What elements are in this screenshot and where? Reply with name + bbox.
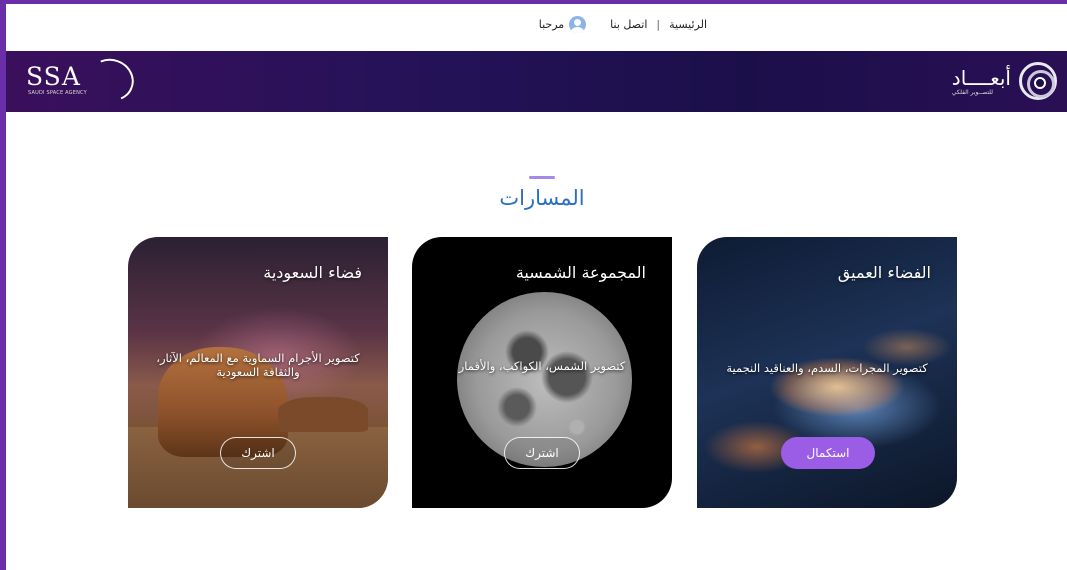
card-description: كتصوير الأجرام السماوية مع المعالم، الآث… bbox=[156, 351, 360, 379]
user-avatar-icon bbox=[569, 16, 587, 33]
card-description: كتصوير المجرات، السدم، والعناقيد النجمية bbox=[726, 361, 928, 375]
user-greeting[interactable]: مرحبا bbox=[538, 16, 587, 33]
card-saudi-space[interactable]: فضاء السعودية كتصوير الأجرام السماوية مع… bbox=[128, 237, 388, 508]
contact-link[interactable]: اتصل بنا bbox=[610, 18, 647, 31]
site-header: SSA SAUDI SPACE AGENCY أبعــــاد للتصــو… bbox=[6, 51, 1067, 112]
subscribe-button[interactable]: اشترك bbox=[504, 437, 580, 469]
top-bar: الرئيسية | اتصل بنا مرحبا bbox=[6, 4, 1067, 51]
home-link[interactable]: الرئيسية bbox=[669, 18, 707, 31]
ssa-logo-subtitle: SAUDI SPACE AGENCY bbox=[28, 90, 87, 96]
abaad-ring-icon bbox=[1019, 62, 1057, 100]
subscribe-button[interactable]: اشترك bbox=[220, 437, 296, 469]
nav-separator: | bbox=[656, 18, 661, 31]
continue-button[interactable]: استكمال bbox=[781, 437, 875, 469]
card-title: فضاء السعودية bbox=[263, 263, 362, 282]
abaad-tagline: للتصــوير الفلكي bbox=[951, 88, 993, 96]
card-deep-space[interactable]: الفضاء العميق كتصوير المجرات، السدم، وال… bbox=[697, 237, 957, 508]
card-title: الفضاء العميق bbox=[837, 263, 931, 282]
abaad-logo-text: أبعــــاد للتصــوير الفلكي bbox=[952, 67, 1011, 96]
section-title: المسارات bbox=[499, 186, 585, 210]
card-description: كتصوير الشمس، الكواكب، والأقمار bbox=[458, 359, 626, 373]
greeting-text: مرحبا bbox=[538, 18, 565, 31]
abaad-name: أبعــــاد bbox=[951, 65, 1011, 90]
top-nav: الرئيسية | اتصل بنا مرحبا bbox=[539, 16, 707, 33]
section-title-accent bbox=[529, 176, 555, 179]
card-title: المجموعة الشمسية bbox=[515, 263, 646, 282]
abaad-logo[interactable]: أبعــــاد للتصــوير الفلكي bbox=[952, 55, 1057, 107]
ssa-logo[interactable]: SSA SAUDI SPACE AGENCY bbox=[26, 52, 140, 108]
ssa-logo-text: SSA bbox=[26, 62, 81, 91]
ssa-swoosh-icon bbox=[82, 52, 140, 108]
card-solar-system[interactable]: المجموعة الشمسية كتصوير الشمس، الكواكب، … bbox=[412, 237, 672, 508]
rock-small-image bbox=[278, 397, 368, 432]
